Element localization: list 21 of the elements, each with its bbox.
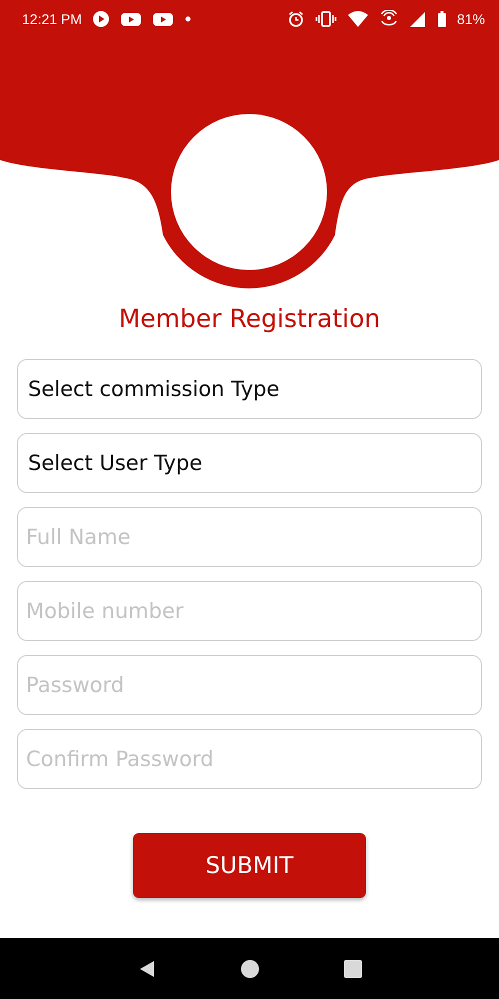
video-icon	[120, 10, 142, 28]
input-field[interactable]: Full Name	[17, 507, 482, 567]
hotspot-icon	[378, 10, 399, 28]
alarm-icon	[286, 10, 305, 28]
signal-icon	[408, 10, 427, 28]
dropdown-field[interactable]: Select User Type	[17, 433, 482, 493]
home-icon[interactable]	[240, 958, 260, 978]
video-icon	[152, 10, 174, 28]
submit-button[interactable]: SUBMIT	[133, 833, 366, 898]
wifi-icon	[346, 10, 369, 28]
recents-icon[interactable]	[342, 958, 362, 978]
vibrate-icon	[314, 10, 337, 28]
input-field[interactable]: Confirm Password	[17, 729, 482, 789]
clock-time: 12:21 PM	[22, 11, 82, 27]
input-field[interactable]: Password	[17, 655, 482, 715]
dropdown-field[interactable]: Select commission Type	[17, 359, 482, 419]
play-icon	[92, 10, 110, 28]
battery-percentage: 81%	[456, 11, 485, 27]
dot-icon	[184, 16, 191, 22]
input-field[interactable]: Mobile number	[17, 581, 482, 641]
page-title: Member Registration	[118, 304, 382, 333]
